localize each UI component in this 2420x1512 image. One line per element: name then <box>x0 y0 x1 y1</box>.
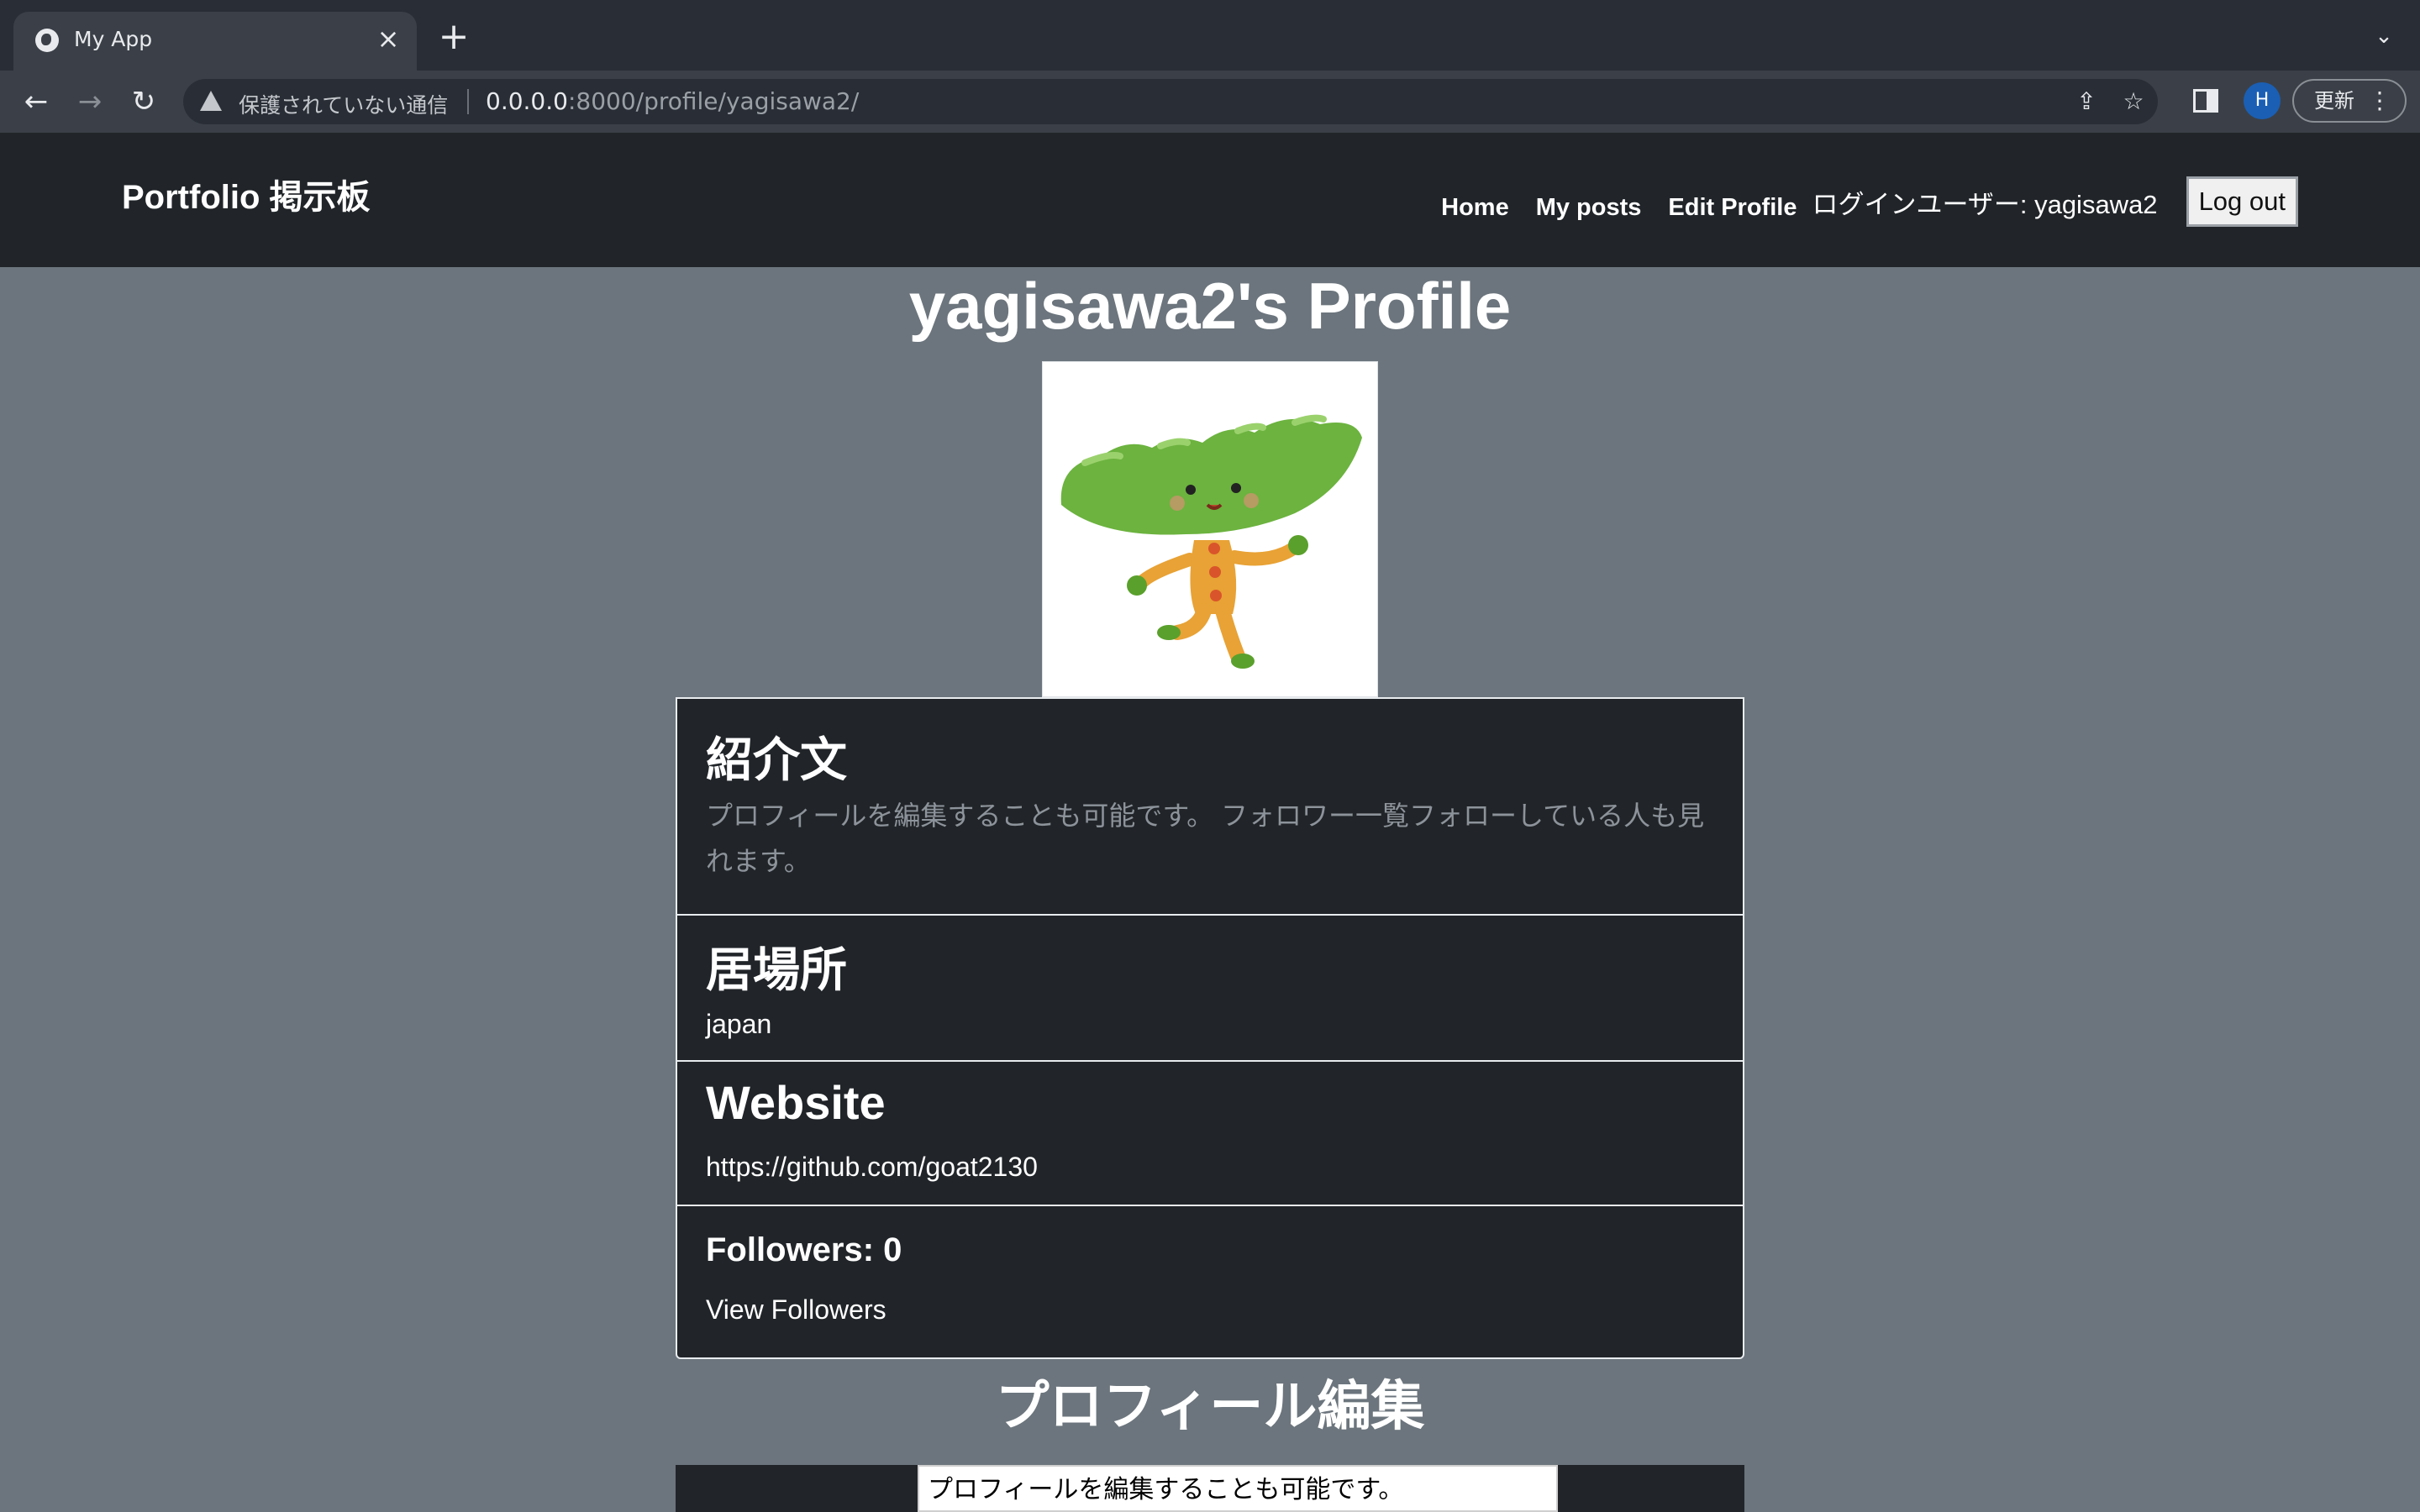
close-tab-icon[interactable]: × <box>371 22 405 55</box>
website-link[interactable]: https://github.com/goat2130 <box>706 1144 1038 1189</box>
website-heading: Website <box>706 1076 886 1129</box>
tab-title: My App <box>74 27 153 51</box>
location-card: 居場所 japan <box>676 914 1744 1062</box>
followers-card: Followers: 0 View Followers <box>676 1205 1744 1359</box>
logout-button[interactable]: Log out <box>2186 176 2298 227</box>
profile-avatar[interactable]: H <box>2244 82 2281 119</box>
browser-tab[interactable]: My App × <box>13 12 417 71</box>
page-title: yagisawa2's Profile <box>908 269 1512 343</box>
bio-text: プロフィールを編集することも可能です。 フォロワー一覧フォローしている人も見れま… <box>706 801 1705 876</box>
url-path: :8000/profile/yagisawa2/ <box>567 87 860 115</box>
browser-tabstrip: My App × + ⌄ <box>0 0 2420 71</box>
login-user-label: ログインユーザー: yagisawa2 <box>1812 189 2158 219</box>
update-button[interactable]: 更新 ⋮ <box>2292 79 2407 123</box>
edit-profile-form: プロフィールを編集することも可能です。 <box>676 1465 1744 1512</box>
edit-profile-heading: プロフィール編集 <box>995 1376 1425 1436</box>
location-heading: 居場所 <box>706 943 847 996</box>
location-value: japan <box>706 1009 772 1039</box>
followers-count: Followers: 0 <box>706 1231 902 1268</box>
website-card: Website https://github.com/goat2130 <box>676 1060 1744 1206</box>
browser-toolbar: ← → ↻ 保護されていない通信 0.0.0.0:8000/profile/ya… <box>0 71 2420 133</box>
back-icon[interactable]: ← <box>15 81 57 123</box>
forward-icon[interactable]: → <box>69 81 111 123</box>
brand-logo[interactable]: Portfolio 掲示板 <box>122 170 371 218</box>
omnibox-separator <box>467 89 469 114</box>
update-label: 更新 <box>2314 89 2354 113</box>
more-menu-icon[interactable]: ⋮ <box>2368 81 2391 121</box>
url-text: 0.0.0.0:8000/profile/yagisawa2/ <box>486 87 859 115</box>
bio-card: 紹介文 プロフィールを編集することも可能です。 フォロワー一覧フォローしている人… <box>676 697 1744 916</box>
nav-links: Home My posts Edit Profile ログインユーザー: yag… <box>1414 176 2298 227</box>
nav-edit-profile-link[interactable]: Edit Profile <box>1668 182 1797 222</box>
address-bar[interactable]: 保護されていない通信 0.0.0.0:8000/profile/yagisawa… <box>183 79 2158 124</box>
profile-image <box>1042 361 1378 697</box>
tab-search-icon[interactable]: ⌄ <box>2371 24 2396 49</box>
reload-icon[interactable]: ↻ <box>123 81 165 123</box>
new-tab-icon[interactable]: + <box>435 18 472 57</box>
bio-input[interactable]: プロフィールを編集することも可能です。 <box>918 1465 1558 1512</box>
share-icon[interactable]: ⇪ <box>2070 86 2102 118</box>
bio-heading: 紹介文 <box>706 733 847 786</box>
security-text: 保護されていない通信 <box>239 93 449 118</box>
view-followers-link[interactable]: View Followers <box>706 1287 886 1332</box>
side-panel-icon[interactable] <box>2193 89 2218 113</box>
url-host: 0.0.0.0 <box>486 87 568 115</box>
not-secure-warning-icon[interactable] <box>200 91 222 111</box>
edamame-character-illustration <box>1060 414 1362 669</box>
globe-icon <box>35 29 59 52</box>
site-navbar: Portfolio 掲示板 Home My posts Edit Profile… <box>0 133 2420 267</box>
nav-home-link[interactable]: Home <box>1441 182 1509 222</box>
nav-my-posts-link[interactable]: My posts <box>1536 182 1642 222</box>
bookmark-star-icon[interactable]: ☆ <box>2118 86 2149 118</box>
